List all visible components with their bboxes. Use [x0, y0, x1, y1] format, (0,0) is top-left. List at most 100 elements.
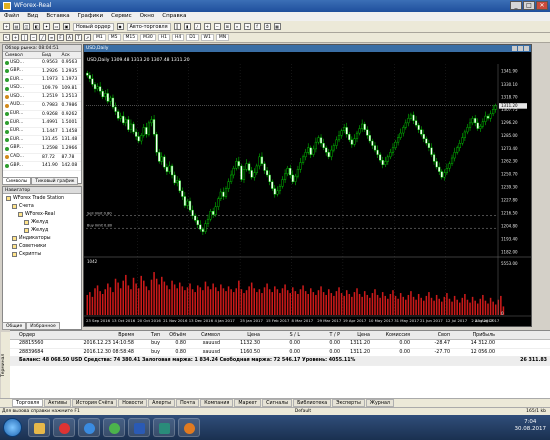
tf-w1[interactable]: W1	[200, 34, 214, 41]
taskbar-word[interactable]	[128, 418, 150, 437]
tf-m30[interactable]: M30	[140, 34, 156, 41]
col-order[interactable]: Ордер	[10, 331, 62, 339]
taskbar-media[interactable]	[78, 418, 100, 437]
navigator-item[interactable]: WForex-Real	[3, 210, 81, 218]
terminal-tab[interactable]: Алерты	[148, 399, 176, 407]
tf-m1[interactable]: M1	[93, 34, 106, 41]
meta-editor-icon[interactable]: ◆	[116, 23, 124, 30]
vertical-line-icon[interactable]: │	[21, 34, 28, 41]
col-symbol[interactable]: Символ	[3, 52, 42, 58]
arrow-icon[interactable]: ➚	[84, 34, 91, 41]
terminal-tab[interactable]: Новости	[118, 399, 148, 407]
close-button[interactable]: ✕	[536, 1, 548, 10]
col-ask[interactable]: Аск	[62, 52, 81, 58]
minimize-button[interactable]: _	[510, 1, 522, 10]
menu-tools[interactable]: Сервис	[111, 12, 132, 21]
col-type[interactable]: Тип	[134, 331, 160, 339]
clock[interactable]: 7:04 30.08.2017	[515, 419, 547, 433]
order-row[interactable]: 28839684 2016.12.30 08:58:48 buy 0.80 xauusd…	[10, 349, 550, 357]
taskbar-browser[interactable]	[53, 418, 75, 437]
price-chart[interactable]: USD,Daily 1309.48 1313.20 1307.48 1311.2…	[84, 52, 531, 328]
col-symbol[interactable]: Символ	[186, 331, 220, 339]
candle-chart-icon[interactable]: ▮	[183, 23, 191, 30]
terminal-tab[interactable]: Почта	[176, 399, 200, 407]
new-chart-icon[interactable]: +	[3, 23, 10, 30]
taskbar-explorer[interactable]	[28, 418, 50, 437]
chart-minimize-button[interactable]	[512, 46, 517, 51]
tf-mn[interactable]: MN	[215, 34, 230, 41]
terminal-tab[interactable]: Эксперты	[332, 399, 365, 407]
tf-d1[interactable]: D1	[186, 34, 199, 41]
crosshair-icon[interactable]: +	[12, 34, 19, 41]
col-commission[interactable]: Комиссия	[370, 331, 410, 339]
chart-close-button[interactable]	[524, 46, 529, 51]
menu-help[interactable]: Справка	[162, 12, 186, 21]
zoom-out-icon[interactable]: −	[213, 23, 221, 30]
tab-symbols[interactable]: Символы	[2, 177, 32, 185]
balance-row[interactable]: Баланс: 48 068.50 USD Средства: 74 380.4…	[10, 357, 550, 366]
templates-icon[interactable]: ▦	[273, 23, 281, 30]
data-window-icon[interactable]: ◧	[33, 23, 40, 30]
menu-charts[interactable]: Графики	[78, 12, 103, 21]
col-tp[interactable]: T / P	[300, 331, 341, 339]
navigator-icon[interactable]: ✦	[43, 23, 50, 30]
chart-maximize-button[interactable]	[518, 46, 523, 51]
terminal-tab[interactable]: Активы	[44, 399, 71, 407]
terminal-tab[interactable]: Журнал	[365, 399, 394, 407]
trendline-icon[interactable]: ╱	[39, 34, 46, 41]
menu-insert[interactable]: Вставка	[46, 12, 69, 21]
tab-tick-chart[interactable]: Тиковый график	[31, 177, 79, 185]
tab-common[interactable]: Общие	[2, 322, 27, 330]
col-bid[interactable]: Бид	[42, 52, 61, 58]
market-watch-icon[interactable]: ◫	[23, 23, 30, 30]
col-sl[interactable]: S / L	[260, 331, 300, 339]
col-time[interactable]: Время	[62, 331, 134, 339]
bar-chart-icon[interactable]: ┃	[173, 23, 181, 30]
tf-h4[interactable]: H4	[171, 34, 185, 41]
zoom-in-icon[interactable]: +	[203, 23, 211, 30]
line-chart-icon[interactable]: ∕	[193, 23, 201, 30]
menu-file[interactable]: Файл	[4, 12, 19, 21]
cursor-icon[interactable]: ↖	[3, 34, 10, 41]
label-icon[interactable]: T	[75, 34, 82, 41]
autoscroll-icon[interactable]: »	[233, 23, 241, 30]
col-price[interactable]: Цена	[220, 331, 260, 339]
fibo-icon[interactable]: F	[57, 34, 64, 41]
shift-icon[interactable]: ⇥	[243, 23, 251, 30]
menu-view[interactable]: Вид	[27, 12, 38, 21]
autotrading-button[interactable]: Авто-торговля	[126, 22, 171, 31]
tf-h1[interactable]: H1	[157, 34, 170, 41]
text-icon[interactable]: A	[66, 34, 73, 41]
terminal-tab[interactable]: Компания	[200, 399, 234, 407]
terminal-tab[interactable]: Библиотека	[293, 399, 332, 407]
terminal-tab[interactable]: Сигналы	[262, 399, 293, 407]
navigator-item[interactable]: WForex Trade Station	[3, 194, 81, 202]
profiles-icon[interactable]: ▤	[13, 23, 20, 30]
terminal-icon[interactable]: ▭	[53, 23, 60, 30]
new-order-button[interactable]: Новый ордер	[73, 22, 114, 31]
navigator-item[interactable]: Советники	[3, 242, 81, 250]
menu-window[interactable]: Окно	[140, 12, 155, 21]
terminal-tab[interactable]: История Счёта	[71, 399, 118, 407]
horizontal-line-icon[interactable]: ─	[30, 34, 37, 41]
terminal-tab[interactable]: Торговля	[12, 399, 44, 407]
tester-icon[interactable]: ▣	[63, 23, 70, 30]
navigator-item[interactable]: Желуд	[3, 218, 81, 226]
taskbar-torrent[interactable]	[103, 418, 125, 437]
taskbar-firefox[interactable]	[178, 418, 200, 437]
col-swap[interactable]: Своп	[410, 331, 450, 339]
chart-window[interactable]: USD,Daily USD,Daily 1309.48 1313.20 1307…	[83, 44, 532, 327]
order-row[interactable]: 28815560 2016.12.23 14:10:58 buy 0.80 xauusd…	[10, 340, 550, 349]
start-button[interactable]	[3, 418, 22, 437]
terminal-tab[interactable]: Маркет	[234, 399, 262, 407]
tf-m15[interactable]: M15	[122, 34, 139, 41]
quote-row[interactable]: GBP... 141.90 142.08	[3, 162, 81, 171]
periods-icon[interactable]: ⏱	[263, 23, 271, 30]
indicators-icon[interactable]: f	[253, 23, 261, 30]
navigator-item[interactable]: Желуд	[3, 226, 81, 234]
navigator-item[interactable]: Счета	[3, 202, 81, 210]
tab-favorites[interactable]: Избранное	[26, 322, 60, 330]
tile-icon[interactable]: ⊞	[223, 23, 231, 30]
maximize-button[interactable]: □	[523, 1, 535, 10]
col-volume[interactable]: Объём	[160, 331, 186, 339]
